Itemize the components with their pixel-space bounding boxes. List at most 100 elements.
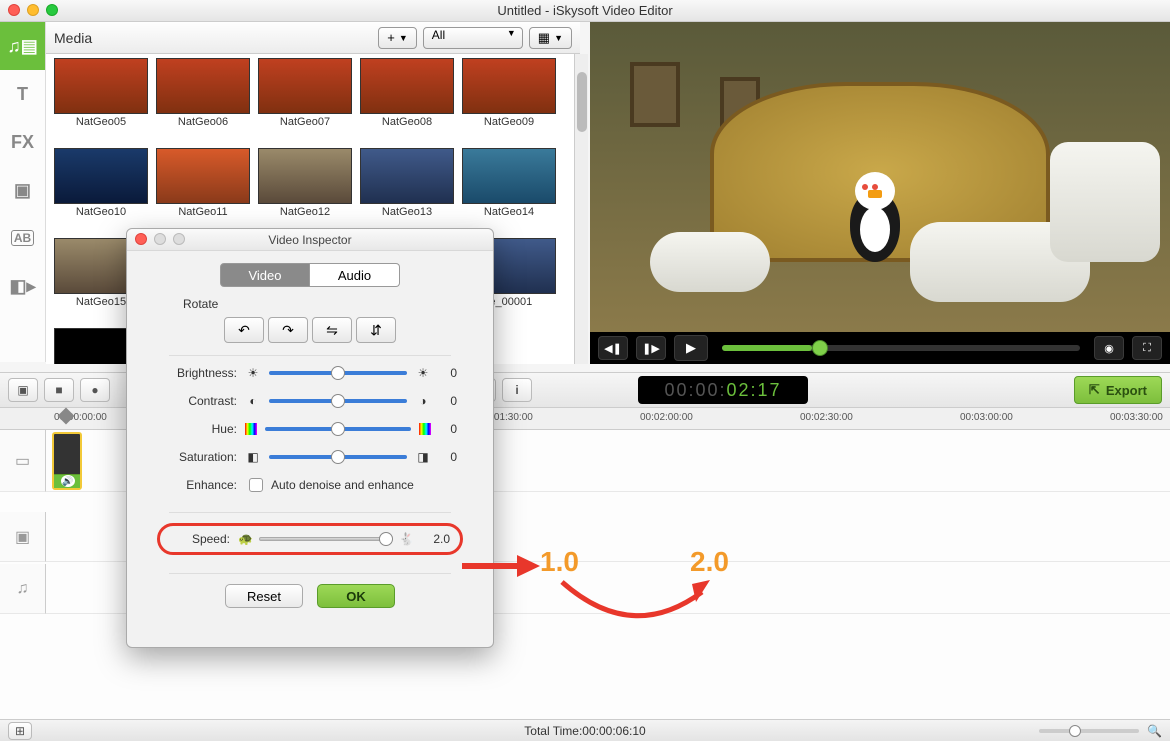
pip-icon: ▣	[14, 180, 31, 201]
hue-slider[interactable]	[265, 427, 411, 431]
preview-progress-slider[interactable]	[722, 345, 1080, 351]
tool-button-info[interactable]: i	[502, 378, 532, 402]
progress-fill	[722, 345, 812, 351]
media-thumbnail	[360, 148, 454, 204]
media-item[interactable]: NatGeo07	[258, 58, 352, 128]
tool-button-mic[interactable]: ●	[80, 378, 110, 402]
timeline-clip[interactable]: 🔊	[52, 432, 82, 490]
ruler-mark: 00:03:30:00	[1110, 412, 1163, 423]
speed-knob[interactable]	[379, 532, 393, 546]
tab-audio[interactable]: Audio	[310, 263, 400, 287]
add-media-button[interactable]: +▼	[378, 27, 417, 49]
ok-button[interactable]: OK	[317, 584, 395, 608]
media-item[interactable]: NatGeo14	[462, 148, 556, 218]
hue-low-icon	[245, 423, 257, 435]
step-back-button[interactable]: ◀❚	[598, 336, 628, 360]
close-window-button[interactable]	[8, 4, 20, 16]
zoom-knob[interactable]	[1069, 725, 1081, 737]
track-head-audio[interactable]: ♫	[0, 564, 46, 614]
sidebar-item-fx[interactable]: FX	[0, 118, 45, 166]
media-item[interactable]: NatGeo13	[360, 148, 454, 218]
window-title: Untitled - iSkysoft Video Editor	[497, 3, 672, 18]
contrast-low-icon: ◐	[245, 394, 261, 408]
speed-slider[interactable]	[259, 534, 393, 544]
tab-video[interactable]: Video	[220, 263, 310, 287]
fullscreen-button[interactable]: ⛶	[1132, 336, 1162, 360]
media-filter-select[interactable]: All▼	[423, 27, 523, 49]
media-item[interactable]: NatGeo11	[156, 148, 250, 218]
track-head-video[interactable]: ▭	[0, 430, 46, 492]
saturation-value: 0	[431, 450, 457, 464]
step-forward-icon: ❚▶	[642, 342, 660, 355]
inspector-close-button[interactable]	[135, 233, 147, 245]
sidebar-item-transitions[interactable]: ◧▸	[0, 262, 45, 310]
minimize-window-button[interactable]	[27, 4, 39, 16]
dropdown-caret-icon: ▼	[399, 33, 408, 43]
tool-button-record[interactable]: ■	[44, 378, 74, 402]
zoom-slider[interactable]	[1039, 729, 1139, 733]
hue-high-icon	[419, 423, 431, 435]
media-item[interactable]: NatGeo05	[54, 58, 148, 128]
ruler-mark: 00:02:30:00	[800, 412, 853, 423]
media-item[interactable]: NatGeo08	[360, 58, 454, 128]
view-mode-button[interactable]: ▦▼	[529, 27, 572, 49]
slider-knob[interactable]	[331, 422, 345, 436]
media-item-label: NatGeo05	[76, 116, 126, 128]
play-button[interactable]: ▶	[674, 335, 708, 361]
dropdown-caret-icon: ▼	[554, 33, 563, 43]
contrast-label: Contrast:	[163, 394, 237, 408]
sidebar-item-text[interactable]: T	[0, 70, 45, 118]
flip-horizontal-button[interactable]: ⇋	[312, 317, 352, 343]
snapshot-button[interactable]: ◉	[1094, 336, 1124, 360]
speed-annotation-highlight: Speed: 🐢 🐇 2.0	[157, 523, 463, 555]
media-item[interactable]: NatGeo10	[54, 148, 148, 218]
saturation-label: Saturation:	[163, 450, 237, 464]
preview-viewport[interactable]	[590, 22, 1170, 332]
sidebar-item-pip[interactable]: ▣	[0, 166, 45, 214]
media-item[interactable]: NatGeo12	[258, 148, 352, 218]
media-item[interactable]: NatGeo09	[462, 58, 556, 128]
scrollbar-thumb[interactable]	[577, 72, 587, 132]
enhance-checkbox[interactable]	[249, 478, 263, 492]
rotate-label: Rotate	[183, 297, 493, 311]
rotate-cw-button[interactable]: ↷	[268, 317, 308, 343]
inspector-titlebar: Video Inspector	[127, 229, 493, 251]
sidebar-item-ab[interactable]: AB	[0, 214, 45, 262]
contrast-slider[interactable]	[269, 399, 407, 403]
tab-audio-label: Audio	[338, 268, 371, 283]
reset-button[interactable]: Reset	[225, 584, 303, 608]
audio-track-icon: ♫	[17, 580, 29, 598]
clip-sound-icon: 🔊	[61, 475, 75, 487]
sidebar-item-media[interactable]: ♫▤	[0, 22, 45, 70]
media-item[interactable]: NatGeo06	[156, 58, 250, 128]
rotate-ccw-button[interactable]: ↶	[224, 317, 264, 343]
media-thumbnail	[462, 58, 556, 114]
inspector-buttons: Reset OK	[127, 584, 493, 608]
track-head-overlay[interactable]: ▣	[0, 512, 46, 562]
flip-vertical-button[interactable]: ⇵	[356, 317, 396, 343]
slider-knob[interactable]	[331, 394, 345, 408]
saturation-slider[interactable]	[269, 455, 407, 459]
maximize-window-button[interactable]	[46, 4, 58, 16]
slider-knob[interactable]	[331, 366, 345, 380]
timecode-prefix: 00:00:	[664, 380, 726, 401]
step-forward-button[interactable]: ❚▶	[636, 336, 666, 360]
contrast-row: Contrast: ◐ ◑ 0	[127, 394, 493, 408]
progress-knob[interactable]	[812, 340, 828, 356]
brightness-slider[interactable]	[269, 371, 407, 375]
fit-button[interactable]: ⊞	[8, 722, 32, 740]
preview-character-penguin	[840, 172, 910, 272]
ab-icon: AB	[11, 230, 34, 246]
media-icon: ♫▤	[7, 36, 38, 57]
brightness-high-icon: ☀	[415, 366, 431, 380]
search-icon[interactable]: 🔍	[1147, 724, 1162, 738]
slider-knob[interactable]	[331, 450, 345, 464]
speed-track	[259, 537, 393, 541]
media-thumbnail	[462, 148, 556, 204]
export-button[interactable]: ⇱ Export	[1074, 376, 1162, 404]
media-scrollbar[interactable]	[574, 54, 588, 364]
tool-button-1[interactable]: ▣	[8, 378, 38, 402]
window-traffic-lights	[8, 4, 58, 16]
media-thumbnail	[360, 58, 454, 114]
plus-icon: +	[387, 30, 395, 45]
